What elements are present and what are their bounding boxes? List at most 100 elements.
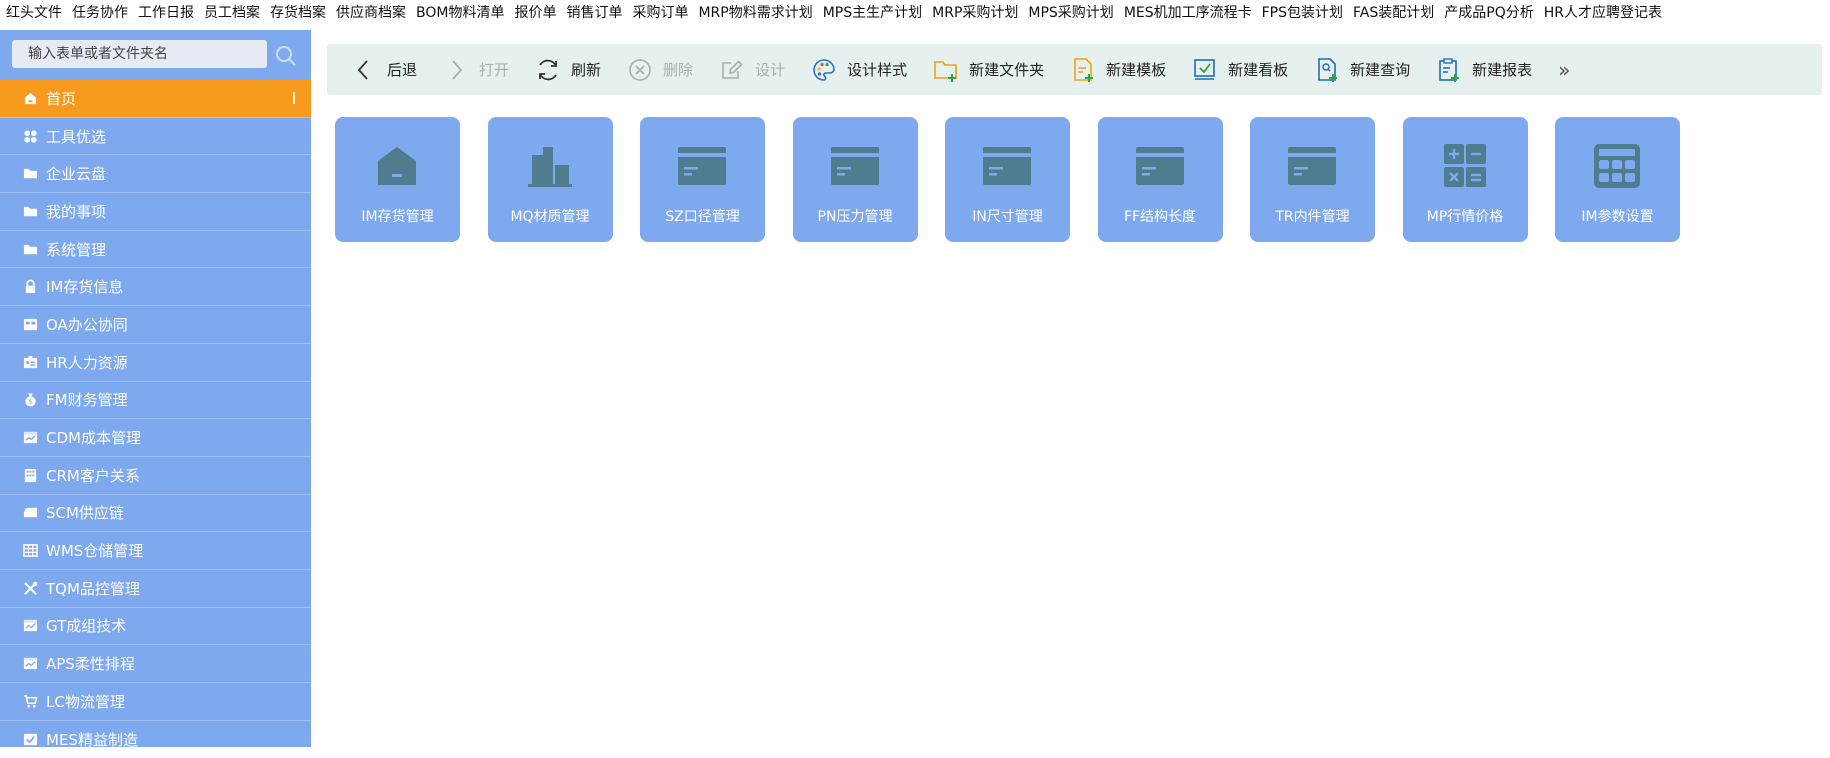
top-menu-item[interactable]: MPS主生产计划 <box>823 2 922 22</box>
toolbar-button[interactable]: 新建文件夹 <box>933 57 1044 83</box>
chart-card-icon <box>22 618 38 634</box>
app-tile[interactable]: FF结构长度 <box>1097 117 1223 242</box>
top-menu-item[interactable]: 产成品PQ分析 <box>1444 2 1533 22</box>
tile-label: PN压力管理 <box>817 209 893 225</box>
sidebar-item[interactable]: 我的事项 <box>0 193 311 231</box>
top-menu-item[interactable]: 红头文件 <box>6 2 62 22</box>
toolbar-button[interactable]: 新建模板 <box>1070 57 1166 83</box>
check-card-icon <box>22 731 38 747</box>
toolbar-button[interactable]: 设计 <box>719 57 785 83</box>
sidebar-item-label: CDM成本管理 <box>46 429 141 448</box>
top-menu-item[interactable]: HR人才应聘登记表 <box>1544 2 1662 22</box>
query-add-icon <box>1314 57 1340 83</box>
tile-label: FF结构长度 <box>1123 209 1197 225</box>
chart-card-icon <box>22 656 38 672</box>
top-menu-item[interactable]: 任务协作 <box>72 2 128 22</box>
toolbar-button[interactable]: 新建报表 <box>1436 57 1532 83</box>
sidebar-item-label: OA办公协同 <box>46 315 128 334</box>
top-menu-item[interactable]: FPS包装计划 <box>1262 2 1343 22</box>
sidebar-item[interactable]: 企业云盘 <box>0 155 311 194</box>
top-menu-item[interactable]: MPS采购计划 <box>1028 2 1113 22</box>
toolbar-button-label: 新建查询 <box>1350 61 1411 79</box>
lock-icon <box>22 279 38 295</box>
chart-card-icon <box>22 430 38 446</box>
delete-circle-icon <box>627 57 653 83</box>
folder-icon <box>22 241 38 257</box>
tile-label: SZ口径管理 <box>665 209 740 225</box>
apps-icon <box>22 128 38 144</box>
folder-icon <box>22 203 38 219</box>
card-icon <box>830 143 880 189</box>
main-toolbar: 后退 打开 刷新 删除 设计 设计样式 新建文件夹 新建模板 新建看板 新建查询 新建报表 » <box>327 44 1822 95</box>
top-menu-item[interactable]: MES机加工序流程卡 <box>1124 2 1252 22</box>
sidebar-item-label: HR人力资源 <box>46 353 128 372</box>
search-input[interactable] <box>12 40 267 68</box>
dashboard-add-icon <box>1192 57 1218 83</box>
more-icon[interactable]: » <box>1558 58 1570 82</box>
app-tile[interactable]: IM存货管理 <box>335 117 460 242</box>
sidebar-item[interactable]: TQM品控管理 <box>0 570 311 608</box>
top-menu-item[interactable]: MRP采购计划 <box>932 2 1018 22</box>
truck-icon <box>22 505 38 521</box>
toolbar-button[interactable]: 新建看板 <box>1192 57 1288 83</box>
sidebar-item[interactable]: CRM客户关系 <box>0 457 311 495</box>
home-icon <box>22 90 38 106</box>
toolbar-button-label: 删除 <box>663 61 694 79</box>
app-tile[interactable]: SZ口径管理 <box>640 117 765 242</box>
sidebar-item[interactable]: LC物流管理 <box>0 683 311 721</box>
app-tile[interactable]: PN压力管理 <box>792 117 918 242</box>
top-menu-item[interactable]: 采购订单 <box>632 2 688 22</box>
toolbar-button[interactable]: 设计样式 <box>811 57 907 83</box>
top-menu-item[interactable]: BOM物料清单 <box>416 2 504 22</box>
top-menu-item[interactable]: 员工档案 <box>204 2 260 22</box>
toolbar-button-label: 后退 <box>387 61 418 79</box>
top-menu-item[interactable]: 工作日报 <box>138 2 194 22</box>
app-tile[interactable]: IM参数设置 <box>1555 117 1680 242</box>
sidebar-item[interactable]: OA办公协同 <box>0 306 311 344</box>
top-menu-item[interactable]: 存货档案 <box>270 2 326 22</box>
toolbar-button-label: 新建模板 <box>1106 61 1167 79</box>
toolbar-button-label: 刷新 <box>571 61 602 79</box>
sidebar-item[interactable]: 首页 <box>0 80 311 118</box>
toolbar-button[interactable]: 打开 <box>443 57 509 83</box>
app-tile[interactable]: MQ材质管理 <box>487 117 613 242</box>
app-tile[interactable]: MP行情价格 <box>1402 117 1528 242</box>
sidebar-item[interactable]: $ FM财务管理 <box>0 382 311 420</box>
app-tile[interactable]: TR内件管理 <box>1250 117 1375 242</box>
top-menu-item[interactable]: 销售订单 <box>566 2 622 22</box>
sidebar-item[interactable]: GT成组技术 <box>0 608 311 646</box>
app-tile[interactable]: IN尺寸管理 <box>945 117 1070 242</box>
sidebar-item[interactable]: IM存货信息 <box>0 268 311 307</box>
sidebar-item[interactable]: SCM供应链 <box>0 495 311 533</box>
toolbar-button[interactable]: 刷新 <box>535 57 601 83</box>
top-menu-item[interactable]: MRP物料需求计划 <box>698 2 812 22</box>
sidebar-item[interactable]: HR人力资源 <box>0 344 311 382</box>
sidebar-item-label: GT成组技术 <box>46 617 127 636</box>
toolbar-button[interactable]: 删除 <box>627 57 693 83</box>
palette-icon <box>811 57 837 83</box>
sidebar-item-label: SCM供应链 <box>46 504 124 523</box>
toolbar-button[interactable]: 新建查询 <box>1314 57 1410 83</box>
toolbar-button-label: 设计 <box>755 61 786 79</box>
money-bag-icon: $ <box>22 392 38 408</box>
top-menu-item[interactable]: 供应商档案 <box>336 2 406 22</box>
sidebar-item[interactable]: WMS仓储管理 <box>0 532 311 570</box>
sidebar: 首页工具优选企业云盘我的事项系统管理 IM存货信息 OA办公协同 HR人力资源 $ FM财… <box>0 30 311 758</box>
sidebar-menu: 首页 工具优选企业云盘我的事项 系统管理 IM存货信息 OA办公协同 HR人力资源 $ FM财… <box>0 80 311 758</box>
sidebar-item[interactable]: CDM成本管理 <box>0 419 311 457</box>
sidebar-item[interactable]: 系统管理 <box>0 231 311 269</box>
sidebar-item[interactable]: MES精益制造 <box>0 721 311 758</box>
card-icon <box>1287 143 1337 189</box>
folder-icon <box>22 166 38 182</box>
sidebar-item-label: FM财务管理 <box>46 391 128 410</box>
tile-label: MP行情价格 <box>1426 209 1504 225</box>
sidebar-item[interactable]: APS柔性排程 <box>0 645 311 683</box>
sidebar-item-label: LC物流管理 <box>46 692 125 711</box>
chevron-left-icon <box>351 57 377 83</box>
sidebar-item[interactable]: 工具优选 <box>0 118 311 156</box>
top-menu-item[interactable]: 报价单 <box>514 2 556 22</box>
top-menu-item[interactable]: FAS装配计划 <box>1353 2 1434 22</box>
sidebar-item-label: 企业云盘 <box>46 165 107 184</box>
search-icon[interactable] <box>274 44 298 68</box>
toolbar-button[interactable]: 后退 <box>351 57 417 83</box>
